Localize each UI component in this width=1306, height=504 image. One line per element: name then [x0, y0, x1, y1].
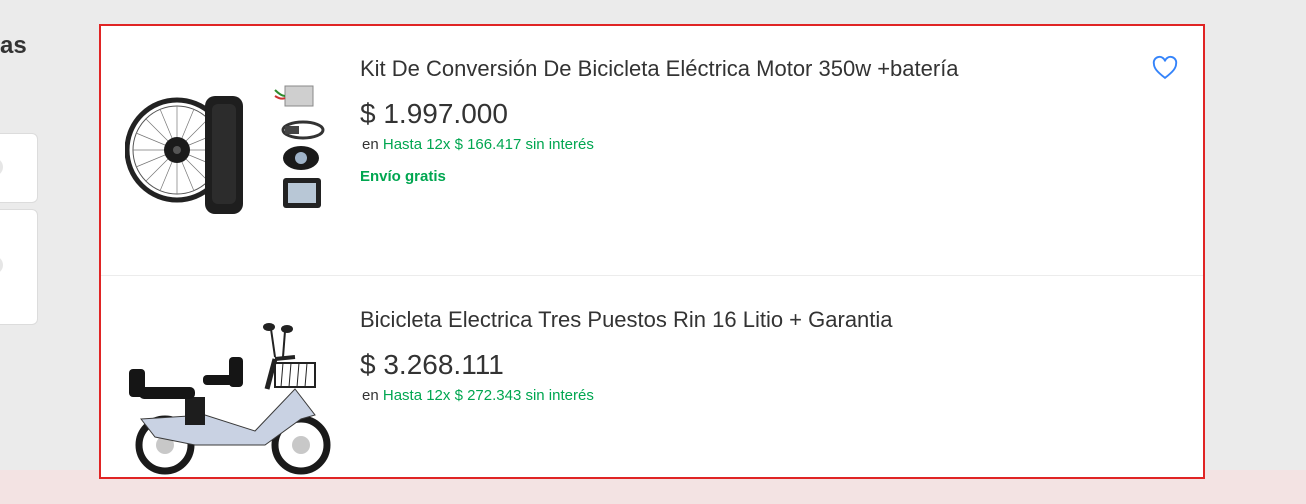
- filter-toggle-knob[interactable]: [0, 256, 3, 274]
- free-shipping-label: Envío gratis: [360, 168, 446, 185]
- electric-scooter-image[interactable]: [125, 319, 335, 479]
- product-price: $ 1.997.000: [360, 98, 508, 129]
- installments-prefix: en: [362, 136, 379, 153]
- installments-text: Hasta 12x $ 166.417 sin interés: [382, 136, 594, 153]
- installments-info: en Hasta 12x $ 272.343 sin interés: [362, 387, 594, 404]
- result-item[interactable]: Bicicleta Electrica Tres Puestos Rin 16 …: [101, 277, 1203, 479]
- product-title[interactable]: Bicicleta Electrica Tres Puestos Rin 16 …: [360, 307, 893, 333]
- installments-prefix: en: [362, 387, 379, 404]
- results-list: Kit De Conversión De Bicicleta Eléctrica…: [99, 24, 1205, 479]
- installments-text: Hasta 12x $ 272.343 sin interés: [382, 387, 594, 404]
- product-price: $ 3.268.111: [360, 349, 504, 380]
- filter-card[interactable]: [0, 133, 38, 203]
- installments-info: en Hasta 12x $ 166.417 sin interés: [362, 136, 594, 153]
- product-title[interactable]: Kit De Conversión De Bicicleta Eléctrica…: [360, 56, 959, 82]
- heart-outline-icon[interactable]: [1151, 54, 1179, 82]
- filter-card[interactable]: [0, 209, 38, 325]
- result-item[interactable]: Kit De Conversión De Bicicleta Eléctrica…: [101, 26, 1203, 276]
- filter-toggle-knob[interactable]: [0, 158, 3, 176]
- filters-heading: as: [0, 32, 27, 59]
- ebike-conversion-kit-image[interactable]: [125, 78, 335, 228]
